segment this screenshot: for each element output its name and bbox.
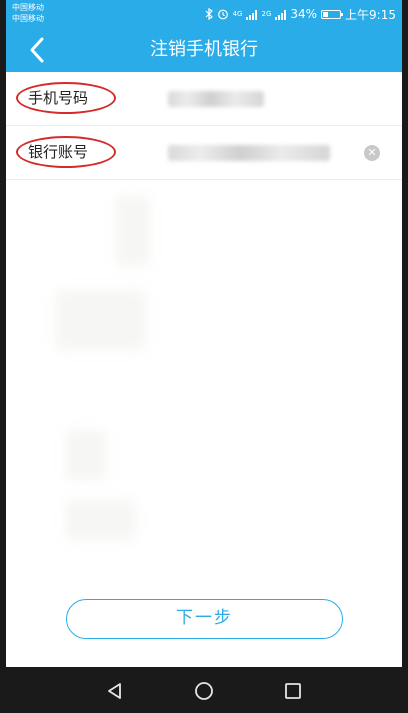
- clock: 上午9:15: [345, 7, 396, 22]
- carrier-label-1: 中国移动: [12, 3, 44, 12]
- bank-account-row[interactable]: 银行账号 ✕: [6, 126, 402, 180]
- status-indicators: 4G 2G 34% 上午9:15: [205, 6, 396, 22]
- circle-home-icon[interactable]: [193, 680, 215, 702]
- chevron-left-icon: [30, 37, 44, 63]
- network-type-2: 2G: [261, 10, 272, 18]
- alarm-icon: [217, 9, 228, 20]
- bluetooth-icon: [205, 8, 213, 20]
- battery-percent: 34%: [290, 7, 318, 21]
- signal-icon-1: [246, 9, 258, 20]
- triangle-back-icon[interactable]: [104, 680, 126, 702]
- clear-icon[interactable]: ✕: [364, 145, 380, 161]
- navigation-bar: [6, 667, 402, 713]
- background-watermark: [66, 500, 136, 540]
- network-type-1: 4G: [232, 10, 243, 18]
- phone-number-row[interactable]: 手机号码: [6, 72, 402, 126]
- background-watermark: [56, 290, 146, 350]
- battery-icon: [321, 9, 344, 19]
- phone-number-label: 手机号码: [28, 89, 89, 107]
- carrier-label-2: 中国移动: [12, 14, 44, 23]
- signal-icon-2: [275, 9, 287, 20]
- bank-account-field-blurred[interactable]: [168, 145, 330, 161]
- phone-number-field-blurred[interactable]: [168, 91, 264, 107]
- background-watermark: [66, 430, 106, 480]
- bank-account-label: 银行账号: [28, 143, 89, 161]
- status-bar: 中国移动 中国移动 4G 2G 34% 上午9:15: [6, 0, 402, 28]
- next-step-button[interactable]: 下一步: [66, 599, 343, 639]
- back-button[interactable]: [22, 34, 54, 66]
- square-recents-icon[interactable]: [282, 680, 304, 702]
- page-title: 注销手机银行: [150, 39, 258, 60]
- title-bar: 注销手机银行: [6, 28, 402, 72]
- background-watermark: [116, 196, 150, 266]
- app-screen: 中国移动 中国移动 4G 2G 34% 上午9:15 注销手机银行 手机号码 银…: [6, 0, 402, 713]
